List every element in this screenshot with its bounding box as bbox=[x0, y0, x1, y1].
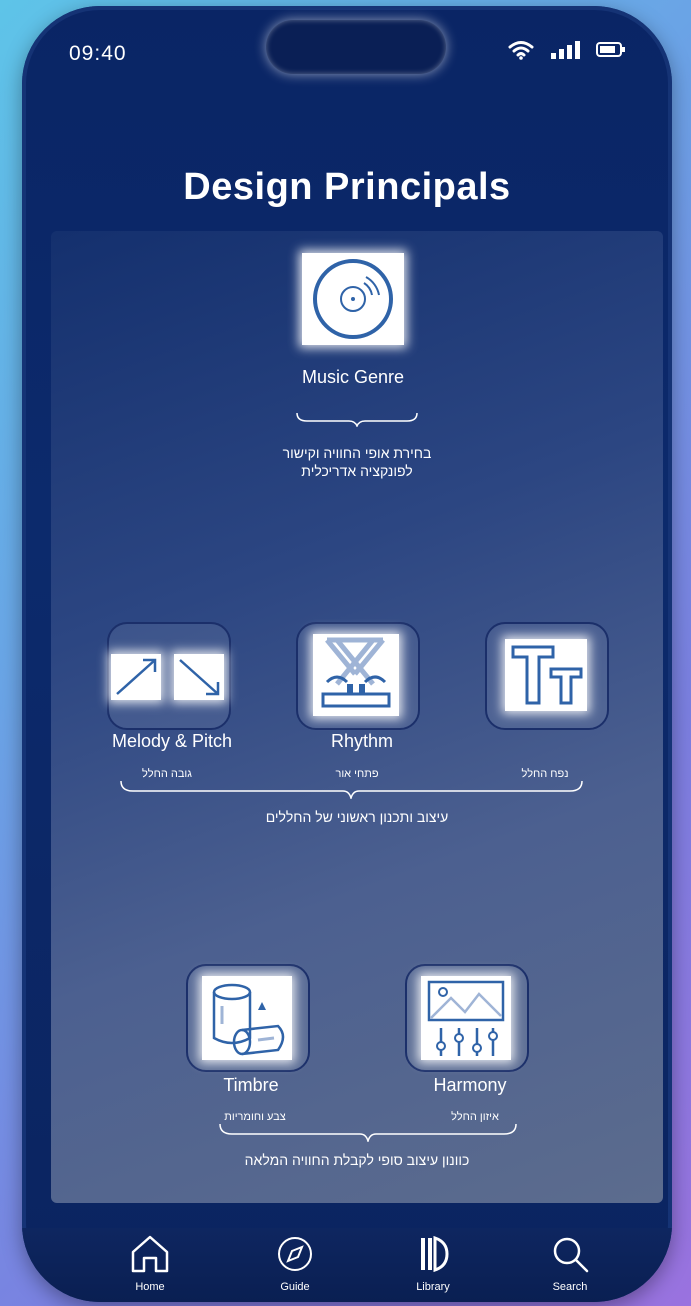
melody-pitch-label: Melody & Pitch bbox=[111, 731, 233, 751]
search-icon bbox=[553, 1237, 589, 1273]
nav-guide-label: Guide bbox=[280, 1281, 310, 1293]
home-icon bbox=[131, 1235, 169, 1273]
compass-icon bbox=[278, 1237, 312, 1271]
nav-home[interactable]: Home bbox=[110, 1234, 190, 1293]
principles-panel: Music Genre בחירת אופי החוויה וקישור לפו… bbox=[51, 231, 663, 1203]
page-title: Design Principals bbox=[183, 166, 511, 208]
rhythm-label: Rhythm bbox=[330, 731, 393, 751]
dynamic-island bbox=[266, 20, 446, 74]
landscape-equalizer-icon bbox=[421, 976, 511, 1060]
library-icon bbox=[421, 1235, 449, 1273]
status-icons bbox=[508, 40, 626, 60]
status-time: 09:40 bbox=[69, 42, 127, 65]
phone-frame: 09:40 Design Principals Music Genre בחיר… bbox=[22, 6, 672, 1302]
nav-library[interactable]: Library bbox=[393, 1234, 473, 1293]
rhythm-structure-icon bbox=[313, 634, 399, 716]
nav-search-label: Search bbox=[552, 1281, 588, 1293]
nav-library-label: Library bbox=[416, 1281, 450, 1293]
harmony-label: Harmony bbox=[433, 1075, 507, 1095]
bottom-nav: Home Guide Library Search bbox=[22, 1228, 672, 1302]
text-size-icon bbox=[505, 639, 587, 711]
wifi-icon bbox=[508, 41, 534, 60]
row3-description: כוונון עיצוב סופי לקבלת החוויה המלאה bbox=[244, 1152, 470, 1168]
music-genre-label: Music Genre bbox=[301, 367, 405, 387]
timbre-label: Timbre bbox=[223, 1075, 279, 1095]
genre-description-line2: לפונקציה אדריכלית bbox=[301, 463, 413, 479]
row3-brace bbox=[219, 1123, 517, 1142]
nav-home-label: Home bbox=[135, 1281, 165, 1293]
nav-guide[interactable]: Guide bbox=[255, 1234, 335, 1293]
genre-description-line1: בחירת אופי החוויה וקישור bbox=[282, 445, 432, 461]
materials-icon bbox=[202, 976, 292, 1060]
row2-brace bbox=[120, 780, 583, 799]
melody-pitch-card[interactable] bbox=[107, 622, 231, 730]
harmony-card[interactable] bbox=[405, 964, 529, 1072]
vinyl-disc-icon[interactable] bbox=[302, 253, 404, 345]
signal-icon bbox=[551, 41, 580, 59]
nav-search[interactable]: Search bbox=[530, 1234, 610, 1293]
timbre-card[interactable] bbox=[186, 964, 310, 1072]
diagonal-arrows-icon bbox=[111, 654, 161, 700]
diagonal-arrow-down-icon bbox=[174, 654, 224, 700]
rhythm-card[interactable] bbox=[296, 622, 420, 730]
genre-brace bbox=[296, 412, 418, 427]
row2-description: עיצוב ותכנון ראשוני של החללים bbox=[265, 809, 449, 825]
volume-card[interactable] bbox=[485, 622, 609, 730]
battery-icon bbox=[596, 42, 625, 57]
